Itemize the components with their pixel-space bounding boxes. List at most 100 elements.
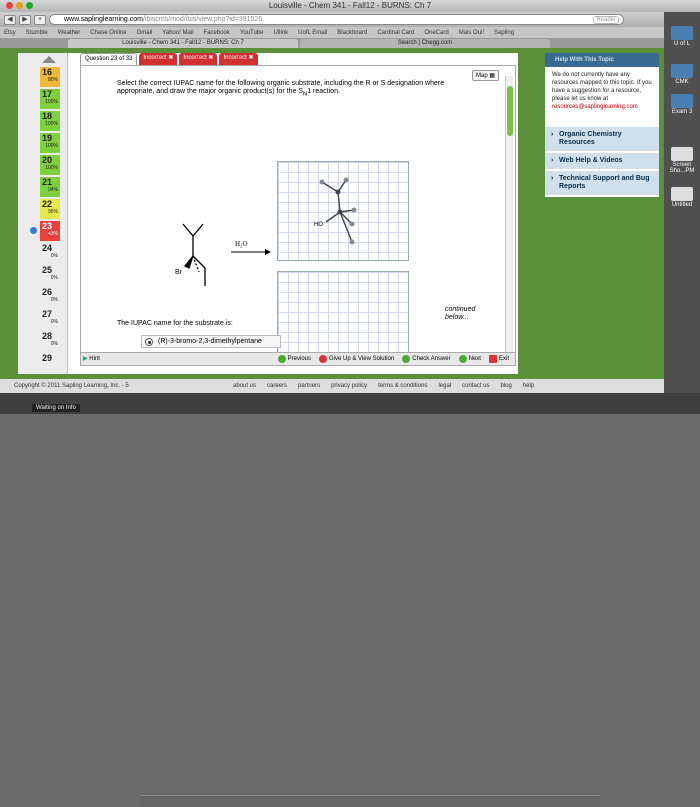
dock[interactable] bbox=[140, 795, 600, 807]
bookmark-item[interactable]: Etsy bbox=[4, 30, 16, 36]
product-structure: HO bbox=[314, 177, 357, 245]
footer-link[interactable]: terms & conditions bbox=[378, 383, 427, 389]
scroll-up-icon[interactable] bbox=[42, 56, 56, 63]
link-organic-chem-resources[interactable]: Organic Chemistry Resources bbox=[545, 127, 659, 153]
scroll-thumb[interactable] bbox=[507, 86, 513, 136]
close-icon[interactable] bbox=[6, 2, 13, 9]
footer-link[interactable]: partners bbox=[298, 383, 320, 389]
browser-tabs: Louisville - Chem 341 - Fall12 - BURNS: … bbox=[0, 38, 664, 48]
question-counter-tab[interactable]: Question 23 of 33 bbox=[80, 53, 138, 65]
bookmark-item[interactable]: OneCard bbox=[424, 30, 448, 36]
zoom-icon[interactable] bbox=[26, 2, 33, 9]
radio-selected-icon[interactable] bbox=[145, 338, 153, 346]
question-nav-item[interactable]: 25 0% bbox=[40, 265, 60, 285]
question-nav-item[interactable]: 18 100% bbox=[40, 111, 60, 131]
question-scrollbar[interactable] bbox=[505, 76, 513, 363]
desktop-icon[interactable]: Screen Sho...PM bbox=[668, 147, 696, 174]
tab-chegg[interactable]: Search | Chegg.com bbox=[300, 39, 550, 48]
bookmark-item[interactable]: Mais Oui! bbox=[459, 30, 484, 36]
bookmark-item[interactable]: Weather bbox=[58, 30, 81, 36]
window-titlebar: Louisville - Chem 341 - Fall12 - BURNS: … bbox=[0, 0, 700, 12]
product-drawing-grid[interactable]: HO bbox=[277, 161, 409, 261]
question-nav-item[interactable]: 28 0% bbox=[40, 331, 60, 351]
forward-button[interactable]: ▶ bbox=[19, 14, 31, 25]
help-text: We do not currently have any resources m… bbox=[545, 67, 659, 127]
tab-sapling[interactable]: Louisville - Chem 341 - Fall12 - BURNS: … bbox=[68, 39, 298, 48]
bookmark-item[interactable]: Ullink bbox=[273, 30, 288, 36]
question-area: 16 80% 17 100% 18 100% 19 100% 20 100% 21 94% … bbox=[18, 53, 518, 374]
attempt-tab[interactable]: Incorrect ✖ bbox=[179, 53, 218, 65]
answer-option-selected[interactable]: (R)-3-bromo-2,3-dimethylpentane bbox=[141, 335, 281, 348]
window-controls[interactable] bbox=[6, 2, 33, 9]
next-button[interactable]: Next bbox=[458, 355, 481, 363]
desktop-icon[interactable]: CMK bbox=[668, 64, 696, 85]
second-drawing-grid[interactable] bbox=[277, 271, 409, 355]
footer-link[interactable]: contact us bbox=[462, 383, 489, 389]
hint-icon: ▶ bbox=[83, 356, 88, 362]
resources-email-link[interactable]: resources@saplinglearning.com bbox=[552, 104, 638, 110]
bookmark-item[interactable]: Yahoo! Mail bbox=[162, 30, 193, 36]
bookmark-item[interactable]: Cardinal Card bbox=[377, 30, 414, 36]
question-nav-item[interactable]: 17 100% bbox=[40, 89, 60, 109]
desktop-icon[interactable]: U of L bbox=[668, 26, 696, 47]
question-nav-item[interactable]: 29 bbox=[40, 353, 60, 373]
bookmark-item[interactable]: Gmail bbox=[137, 30, 153, 36]
bookmarks-bar: Etsy Stumble Weather Chase Online Gmail … bbox=[0, 27, 664, 38]
attempt-tab[interactable]: Incorrect ✖ bbox=[219, 53, 258, 65]
bookmark-item[interactable]: YouTube bbox=[240, 30, 264, 36]
window-title: Louisville - Chem 341 - Fall12 - BURNS: … bbox=[268, 1, 432, 10]
question-nav-item[interactable]: 21 94% bbox=[40, 177, 60, 197]
bookmark-item[interactable]: UofL Email bbox=[298, 30, 327, 36]
bookmark-item[interactable]: Stumble bbox=[26, 30, 48, 36]
bookmark-item[interactable]: Blackboard bbox=[337, 30, 367, 36]
footer-link[interactable]: blog bbox=[500, 383, 511, 389]
link-web-help[interactable]: Web Help & Videos bbox=[545, 153, 659, 171]
page-footer: Copyright © 2011 Sapling Learning, Inc. … bbox=[0, 379, 664, 393]
question-nav-item[interactable]: 26 0% bbox=[40, 287, 60, 307]
give-up-button[interactable]: Give Up & View Solution bbox=[319, 355, 394, 363]
new-tab-button[interactable]: + bbox=[34, 14, 46, 25]
reagent-label: H₂O bbox=[235, 240, 248, 248]
next-icon bbox=[458, 355, 467, 363]
desktop-icon[interactable]: Exam 3 bbox=[668, 94, 696, 115]
attempt-tab[interactable]: Incorrect ✖ bbox=[139, 53, 178, 65]
question-nav-item[interactable]: 22 95% bbox=[40, 199, 60, 219]
footer-link[interactable]: legal bbox=[438, 383, 451, 389]
desktop-area: U of L CMK Exam 3 Screen Sho...PM Untitl… bbox=[664, 12, 700, 414]
footer-link[interactable]: help bbox=[523, 383, 534, 389]
question-prompt: Select the correct IUPAC name for the fo… bbox=[117, 80, 445, 98]
previous-button[interactable]: Previous bbox=[277, 355, 311, 363]
check-answer-button[interactable]: Check Answer bbox=[402, 355, 451, 363]
bookmark-item[interactable]: Chase Online bbox=[90, 30, 126, 36]
footer-link[interactable]: privacy policy bbox=[331, 383, 367, 389]
copyright: Copyright © 2011 Sapling Learning, Inc. … bbox=[14, 383, 129, 389]
link-tech-support[interactable]: Technical Support and Bug Reports bbox=[545, 171, 659, 197]
file-icon bbox=[671, 187, 693, 201]
url-path: /ibiscms/mod/ibis/view.php?id=391526 bbox=[142, 16, 263, 23]
question-nav-item-current[interactable]: 23 43% bbox=[40, 221, 60, 241]
footer-link[interactable]: about us bbox=[233, 383, 256, 389]
hint-button[interactable]: ▶ Hint bbox=[83, 355, 100, 362]
question-action-bar: ▶ Hint Previous Give Up & View Solution … bbox=[80, 352, 516, 366]
question-nav-item[interactable]: 16 80% bbox=[40, 67, 60, 87]
minimize-icon[interactable] bbox=[16, 2, 23, 9]
help-header[interactable]: Help With This Topic bbox=[545, 53, 659, 67]
bookmark-item[interactable]: Facebook bbox=[204, 30, 230, 36]
folder-icon bbox=[671, 64, 693, 78]
bookmark-item[interactable]: Sapling bbox=[494, 30, 514, 36]
question-nav-item[interactable]: 20 100% bbox=[40, 155, 60, 175]
back-button[interactable]: ◀ bbox=[4, 14, 16, 25]
browser-toolbar: ◀ ▶ + www.saplinglearning.com/ibiscms/mo… bbox=[0, 12, 664, 27]
question-pane: Map ▦ Select the correct IUPAC name for … bbox=[80, 65, 516, 366]
question-nav-item[interactable]: 27 0% bbox=[40, 309, 60, 329]
iupac-label: The IUPAC name for the substrate is: bbox=[117, 320, 233, 327]
footer-link[interactable]: careers bbox=[267, 383, 287, 389]
help-sidebar: Help With This Topic We do not currently… bbox=[545, 53, 659, 258]
desktop-icon[interactable]: Untitled bbox=[668, 187, 696, 208]
question-nav-item[interactable]: 24 0% bbox=[40, 243, 60, 263]
address-bar[interactable]: www.saplinglearning.com/ibiscms/mod/ibis… bbox=[49, 14, 624, 25]
reader-button[interactable]: Reader bbox=[593, 16, 619, 24]
exit-button[interactable]: Exit bbox=[488, 355, 509, 363]
question-nav-item[interactable]: 19 100% bbox=[40, 133, 60, 153]
sapling-page: 16 80% 17 100% 18 100% 19 100% 20 100% 21 94% … bbox=[0, 48, 664, 379]
